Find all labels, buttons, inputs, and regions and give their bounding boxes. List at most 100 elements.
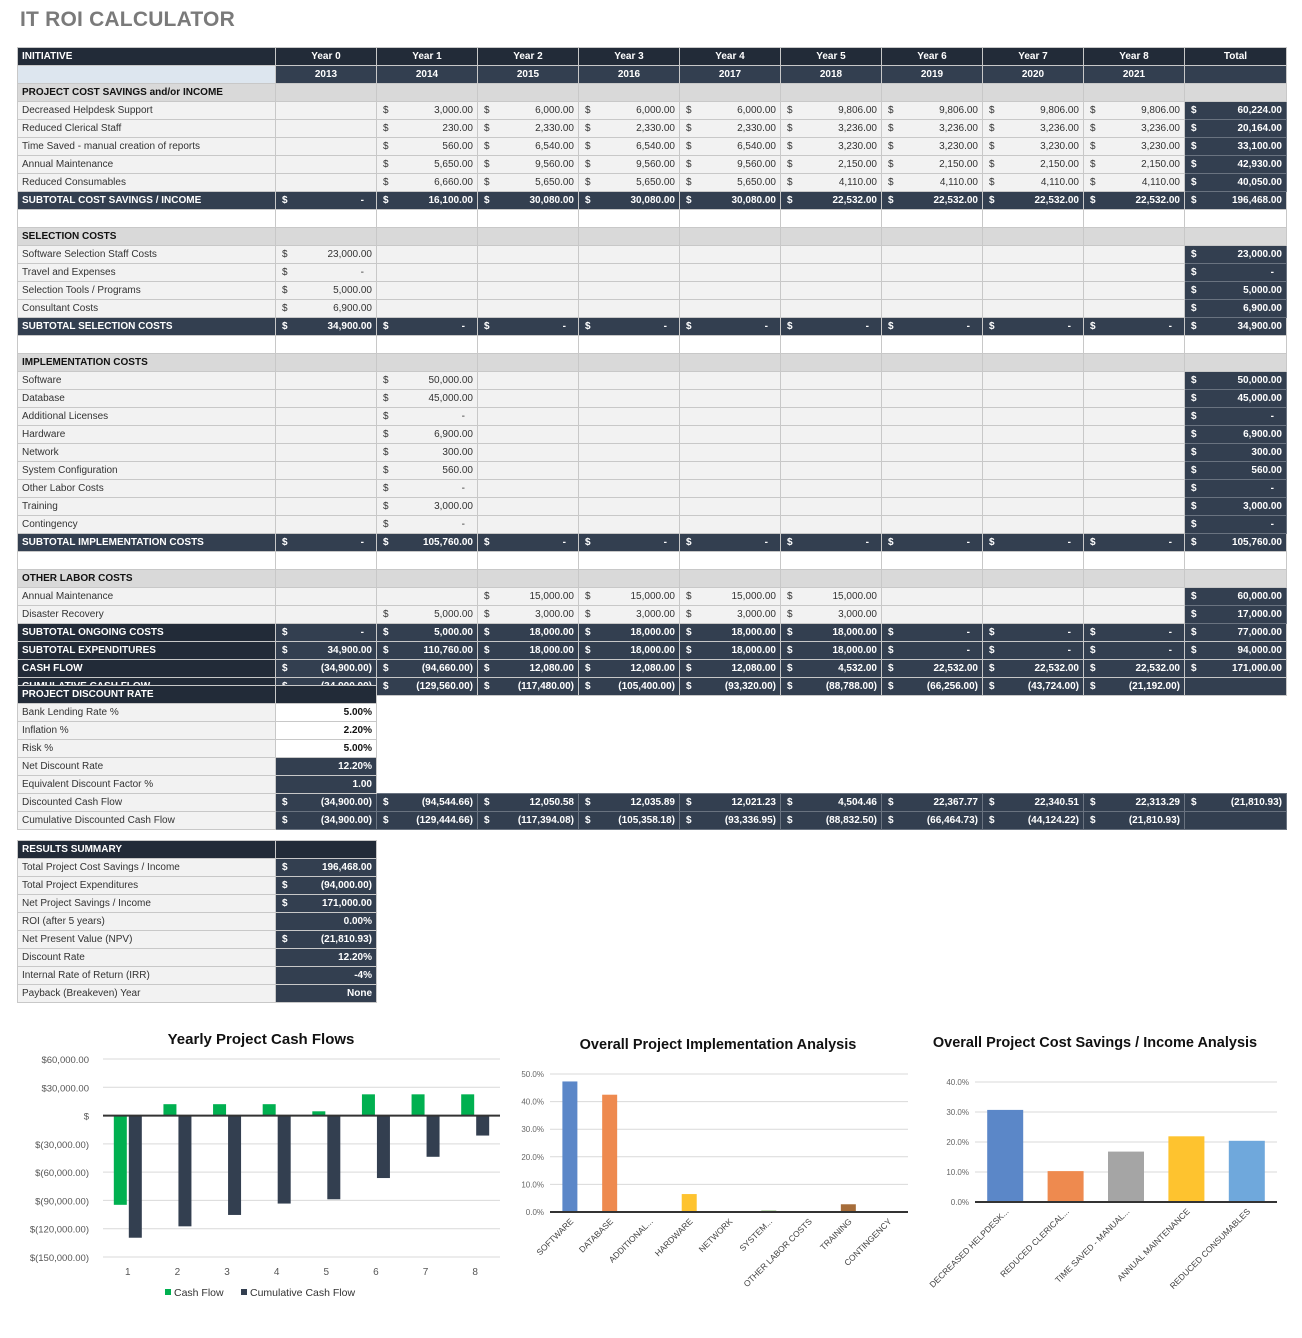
value-cell[interactable]	[1083, 389, 1185, 408]
value-cell[interactable]: $230.00	[376, 119, 478, 138]
value-cell[interactable]	[1083, 443, 1185, 462]
value-cell[interactable]: $3,000.00	[578, 605, 680, 624]
value-cell[interactable]	[881, 497, 983, 516]
value-cell[interactable]	[1083, 587, 1185, 606]
value-cell[interactable]	[780, 425, 882, 444]
value-cell[interactable]: $23,000.00	[275, 245, 377, 264]
value-cell[interactable]	[679, 299, 781, 318]
value-cell[interactable]	[1083, 479, 1185, 498]
value-cell[interactable]: $5,000.00	[275, 281, 377, 300]
value-cell[interactable]	[679, 245, 781, 264]
value-cell[interactable]	[477, 389, 579, 408]
value-cell[interactable]	[679, 461, 781, 480]
value-cell[interactable]: $9,806.00	[881, 101, 983, 120]
value-cell[interactable]	[578, 245, 680, 264]
value-cell[interactable]: $6,900.00	[275, 299, 377, 318]
value-cell[interactable]: $560.00	[376, 461, 478, 480]
value-cell[interactable]	[780, 299, 882, 318]
value-cell[interactable]	[275, 497, 377, 516]
value-cell[interactable]	[477, 461, 579, 480]
value-cell[interactable]	[275, 155, 377, 174]
value-cell[interactable]: $3,000.00	[376, 497, 478, 516]
value-cell[interactable]	[982, 479, 1084, 498]
value-cell[interactable]: $560.00	[376, 137, 478, 156]
value-cell[interactable]	[1083, 461, 1185, 480]
value-cell[interactable]	[578, 389, 680, 408]
value-cell[interactable]	[275, 425, 377, 444]
value-cell[interactable]: $6,000.00	[679, 101, 781, 120]
value-cell[interactable]	[881, 479, 983, 498]
value-cell[interactable]	[477, 281, 579, 300]
value-cell[interactable]	[881, 407, 983, 426]
value-cell[interactable]: $3,236.00	[982, 119, 1084, 138]
value-cell[interactable]	[477, 245, 579, 264]
value-cell[interactable]	[477, 479, 579, 498]
value-cell[interactable]: $3,000.00	[780, 605, 882, 624]
value-cell[interactable]: $4,110.00	[780, 173, 882, 192]
value-cell[interactable]: $4,110.00	[1083, 173, 1185, 192]
value-cell[interactable]: $9,806.00	[1083, 101, 1185, 120]
value-cell[interactable]	[780, 443, 882, 462]
value-cell[interactable]	[1083, 425, 1185, 444]
value-cell[interactable]	[477, 443, 579, 462]
value-cell[interactable]	[578, 443, 680, 462]
value-cell[interactable]	[881, 389, 983, 408]
value-cell[interactable]	[376, 245, 478, 264]
value-cell[interactable]	[982, 371, 1084, 390]
value-cell[interactable]	[881, 461, 983, 480]
value-cell[interactable]	[275, 443, 377, 462]
value-cell[interactable]	[780, 479, 882, 498]
value-cell[interactable]	[578, 263, 680, 282]
value-cell[interactable]	[578, 461, 680, 480]
value-cell[interactable]	[780, 461, 882, 480]
value-cell[interactable]	[881, 443, 983, 462]
value-cell[interactable]	[477, 263, 579, 282]
value-cell[interactable]	[881, 587, 983, 606]
value-cell[interactable]	[578, 299, 680, 318]
value-cell[interactable]	[679, 515, 781, 534]
value-cell[interactable]	[275, 515, 377, 534]
value-cell[interactable]	[578, 371, 680, 390]
value-cell[interactable]	[982, 245, 1084, 264]
value-cell[interactable]: $4,110.00	[881, 173, 983, 192]
value-cell[interactable]	[780, 407, 882, 426]
value-cell[interactable]: $2,330.00	[477, 119, 579, 138]
value-cell[interactable]	[679, 281, 781, 300]
value-cell[interactable]	[679, 371, 781, 390]
value-cell[interactable]	[1083, 281, 1185, 300]
discount-input[interactable]: 2.20%	[275, 721, 377, 740]
value-cell[interactable]	[578, 515, 680, 534]
value-cell[interactable]: $300.00	[376, 443, 478, 462]
value-cell[interactable]	[881, 371, 983, 390]
value-cell[interactable]: $ -	[376, 515, 478, 534]
value-cell[interactable]: $3,230.00	[881, 137, 983, 156]
value-cell[interactable]: $9,560.00	[477, 155, 579, 174]
value-cell[interactable]: $6,000.00	[477, 101, 579, 120]
value-cell[interactable]: $6,540.00	[679, 137, 781, 156]
value-cell[interactable]: $3,236.00	[780, 119, 882, 138]
value-cell[interactable]	[679, 389, 781, 408]
value-cell[interactable]: $2,330.00	[679, 119, 781, 138]
value-cell[interactable]: $15,000.00	[679, 587, 781, 606]
value-cell[interactable]: $5,650.00	[679, 173, 781, 192]
value-cell[interactable]: $3,230.00	[982, 137, 1084, 156]
value-cell[interactable]	[881, 425, 983, 444]
value-cell[interactable]	[881, 281, 983, 300]
value-cell[interactable]	[982, 407, 1084, 426]
value-cell[interactable]	[679, 425, 781, 444]
value-cell[interactable]: $2,150.00	[1083, 155, 1185, 174]
value-cell[interactable]	[1083, 515, 1185, 534]
value-cell[interactable]: $5,650.00	[578, 173, 680, 192]
value-cell[interactable]	[477, 515, 579, 534]
value-cell[interactable]	[982, 425, 1084, 444]
value-cell[interactable]	[780, 515, 882, 534]
value-cell[interactable]: $3,000.00	[376, 101, 478, 120]
value-cell[interactable]	[1083, 605, 1185, 624]
value-cell[interactable]	[275, 587, 377, 606]
value-cell[interactable]	[982, 281, 1084, 300]
value-cell[interactable]	[982, 389, 1084, 408]
value-cell[interactable]: $9,560.00	[578, 155, 680, 174]
value-cell[interactable]	[982, 263, 1084, 282]
value-cell[interactable]: $6,660.00	[376, 173, 478, 192]
value-cell[interactable]: $15,000.00	[780, 587, 882, 606]
